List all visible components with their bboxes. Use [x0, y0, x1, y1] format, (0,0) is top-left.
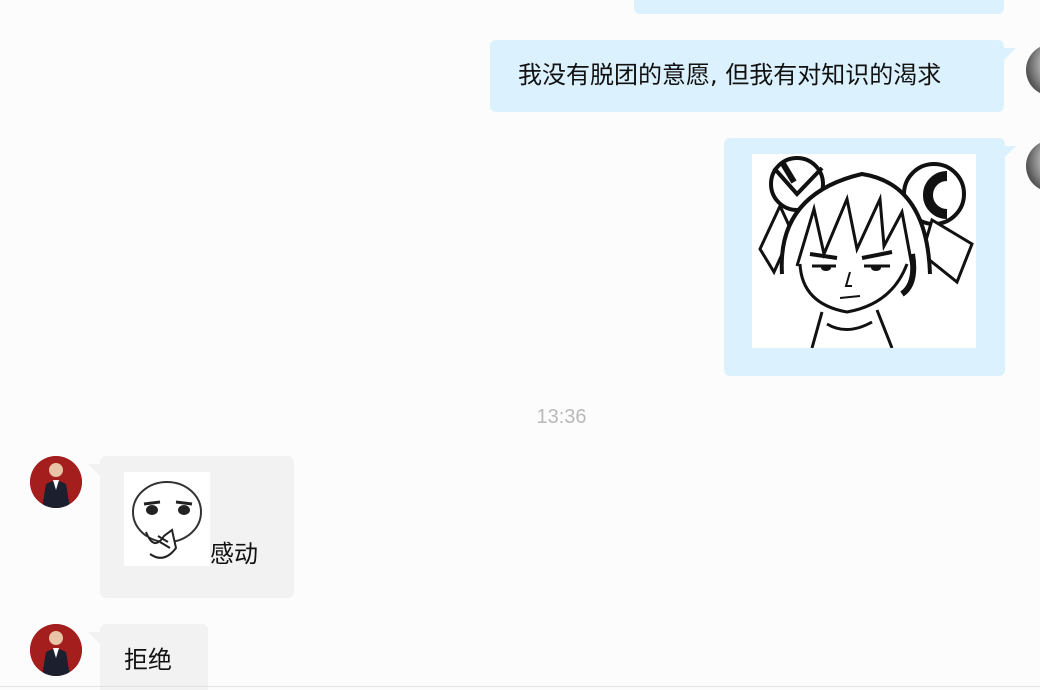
incoming-sticker-bubble[interactable]: 感动 — [100, 456, 294, 598]
incoming-text-bubble[interactable]: 拒绝 — [100, 624, 208, 690]
incoming-bubble-tail — [88, 464, 100, 476]
input-divider — [0, 686, 1040, 687]
contact-avatar-2-icon — [30, 624, 82, 676]
chat-area: 我没有脱团的意愿, 但我有对知识的渴求 13:36 感动 拒绝 — [0, 0, 1040, 690]
outgoing-sticker-bubble[interactable] — [724, 138, 1005, 376]
touched-face-sticker-icon — [124, 472, 210, 566]
outgoing-message-text: 我没有脱团的意愿, 但我有对知识的渴求 — [518, 61, 942, 89]
incoming-message-text-2: 拒绝 — [124, 646, 172, 674]
outgoing-sticker-tail — [1004, 146, 1016, 158]
contact-avatar-2[interactable] — [30, 624, 82, 676]
outgoing-text-bubble[interactable]: 我没有脱团的意愿, 但我有对知识的渴求 — [490, 40, 1004, 112]
outgoing-bubble-partial[interactable] — [634, 0, 1004, 14]
touched-face-sticker — [124, 472, 210, 566]
my-avatar[interactable] — [1026, 44, 1040, 96]
anime-girl-sticker — [752, 154, 976, 349]
anime-girl-sticker-icon — [758, 156, 974, 349]
outgoing-bubble-tail — [1004, 48, 1016, 60]
my-avatar-2[interactable] — [1026, 140, 1040, 192]
timestamp: 13:36 — [536, 406, 587, 428]
contact-avatar-icon — [30, 456, 82, 508]
contact-avatar[interactable] — [30, 456, 82, 508]
incoming-bubble-tail-2 — [88, 632, 100, 644]
incoming-message-text-1: 感动 — [210, 540, 258, 568]
